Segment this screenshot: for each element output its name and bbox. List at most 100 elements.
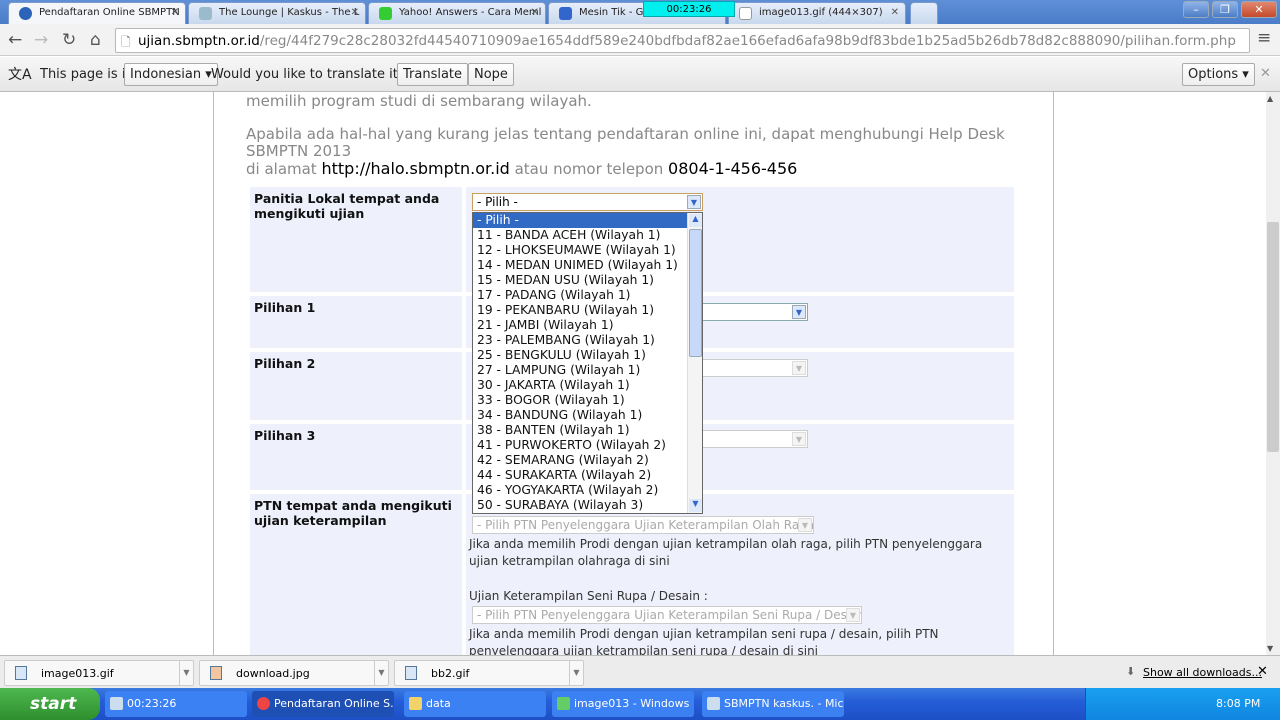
close-window-button[interactable]: ✕	[1241, 1, 1277, 18]
kaskus-icon	[199, 7, 212, 20]
close-icon[interactable]: ✕	[891, 7, 899, 18]
taskbar-item[interactable]: 00:23:26	[105, 691, 247, 717]
senirupa-heading: Ujian Keterampilan Seni Rupa / Desain :	[469, 589, 708, 603]
reload-icon[interactable]: ↻	[62, 30, 76, 50]
dropdown-option[interactable]: 19 - PEKANBARU (Wilayah 1)	[473, 303, 687, 318]
tab-kaskus[interactable]: The Lounge | Kaskus - The L ✕	[188, 2, 366, 24]
helpdesk-text: Apabila ada hal-hal yang kurang jelas te…	[246, 125, 1005, 178]
senirupa-select[interactable]: - Pilih PTN Penyelenggara Ujian Keteramp…	[472, 606, 862, 624]
olahraga-note: Jika anda memilih Prodi dengan ujian ket…	[469, 537, 983, 568]
panitia-select[interactable]: - Pilih - ▼	[472, 193, 703, 211]
download-arrow-icon: ⬇	[1126, 665, 1136, 678]
chevron-down-icon: ▼	[792, 305, 806, 319]
menu-icon[interactable]: ≡	[1257, 28, 1271, 48]
new-tab-button[interactable]	[910, 2, 938, 24]
folder-icon	[409, 697, 422, 710]
panitia-dropdown-list[interactable]: - Pilih -11 - BANDA ACEH (Wilayah 1) 12 -…	[472, 212, 703, 514]
close-icon[interactable]: ✕	[351, 7, 359, 18]
scroll-up-icon[interactable]: ▲	[1267, 94, 1273, 103]
tab-image[interactable]: image013.gif (444×307) ✕	[728, 2, 906, 24]
chevron-down-icon: ▼	[798, 518, 812, 532]
panitia-label: Panitia Lokal tempat anda mengikuti ujia…	[250, 187, 462, 292]
close-icon[interactable]: ✕	[531, 7, 539, 18]
dropdown-option[interactable]: 11 - BANDA ACEH (Wilayah 1)	[473, 228, 687, 243]
sbmptn-icon	[19, 7, 32, 20]
minimize-button[interactable]: –	[1183, 1, 1209, 18]
pilihan1-label: Pilihan 1	[250, 296, 462, 348]
close-icon[interactable]: ✕	[171, 7, 179, 18]
taskbar: start 00:23:26 Pendaftaran Online S... d…	[0, 688, 1280, 720]
dropdown-option[interactable]: 33 - BOGOR (Wilayah 1)	[473, 393, 687, 408]
page-scrollbar[interactable]: ▲ ▼	[1266, 92, 1280, 655]
close-downloads-icon[interactable]: ✕	[1257, 664, 1268, 679]
timer-overlay: 00:23:26	[643, 1, 735, 17]
scroll-up-icon[interactable]: ▲	[689, 214, 702, 227]
dropdown-option[interactable]: 27 - LAMPUNG (Wilayah 1)	[473, 363, 687, 378]
restore-button[interactable]: ❐	[1212, 1, 1238, 18]
back-icon[interactable]: ←	[8, 30, 22, 50]
image-viewer-icon	[557, 697, 570, 710]
dropdown-options: - Pilih -11 - BANDA ACEH (Wilayah 1) 12 -…	[473, 213, 687, 513]
scroll-down-icon[interactable]: ▼	[1267, 644, 1273, 653]
download-item[interactable]: image013.gif ▼	[4, 660, 194, 686]
tab-sbmptn[interactable]: Pendaftaran Online SBMPTN ✕	[8, 2, 186, 24]
scroll-thumb[interactable]	[689, 229, 702, 357]
helpdesk-link[interactable]: http://halo.sbmptn.or.id	[321, 159, 509, 178]
forward-icon[interactable]: →	[34, 30, 48, 50]
dropdown-option[interactable]: 12 - LHOKSEUMAWE (Wilayah 1)	[473, 243, 687, 258]
chevron-down-icon[interactable]: ▼	[179, 661, 193, 685]
clock-app-icon	[110, 697, 123, 710]
options-button[interactable]: Options ▾	[1182, 63, 1255, 86]
google-icon	[559, 7, 572, 20]
home-icon[interactable]: ⌂	[90, 30, 101, 50]
chevron-down-icon[interactable]: ▼	[569, 661, 583, 685]
taskbar-item[interactable]: image013 - Windows ...	[552, 691, 694, 717]
address-bar[interactable]: 🗋 ujian.sbmptn.or.id/reg/44f279c28c28032f…	[115, 28, 1250, 53]
dropdown-option[interactable]: 15 - MEDAN USU (Wilayah 1)	[473, 273, 687, 288]
dropdown-option[interactable]: - Pilih -	[473, 213, 687, 228]
file-icon	[210, 666, 222, 680]
translate-prefix: This page is in	[40, 67, 134, 82]
dropdown-option[interactable]: 21 - JAMBI (Wilayah 1)	[473, 318, 687, 333]
taskbar-item[interactable]: Pendaftaran Online S...	[252, 691, 394, 717]
chevron-down-icon: ▼	[846, 608, 860, 622]
download-item[interactable]: bb2.gif ▼	[394, 660, 584, 686]
dropdown-option[interactable]: 46 - YOGYAKARTA (Wilayah 2)	[473, 483, 687, 498]
system-tray: 8:08 PM	[1085, 688, 1280, 720]
dropdown-option[interactable]: 30 - JAKARTA (Wilayah 1)	[473, 378, 687, 393]
nope-button[interactable]: Nope	[468, 63, 514, 86]
olahraga-select[interactable]: - Pilih PTN Penyelenggara Ujian Keteramp…	[472, 516, 814, 534]
dropdown-option[interactable]: 25 - BENGKULU (Wilayah 1)	[473, 348, 687, 363]
dropdown-option[interactable]: 42 - SEMARANG (Wilayah 2)	[473, 453, 687, 468]
taskbar-item[interactable]: SBMPTN kaskus. - Mic...	[702, 691, 844, 717]
intro-text: memilih program studi di sembarang wilay…	[246, 92, 592, 110]
dropdown-option[interactable]: 14 - MEDAN UNIMED (Wilayah 1)	[473, 258, 687, 273]
yahoo-answers-icon	[379, 7, 392, 20]
chevron-down-icon[interactable]: ▼	[374, 661, 388, 685]
ptn-label: PTN tempat anda mengikuti ujian keteramp…	[250, 494, 462, 655]
language-select[interactable]: Indonesian ▾	[124, 63, 218, 86]
dropdown-scrollbar[interactable]: ▲ ▼	[687, 213, 702, 513]
file-icon	[15, 666, 27, 680]
dropdown-option[interactable]: 38 - BANTEN (Wilayah 1)	[473, 423, 687, 438]
tab-yahoo[interactable]: Yahoo! Answers - Cara Meml ✕	[368, 2, 546, 24]
dropdown-option[interactable]: 34 - BANDUNG (Wilayah 1)	[473, 408, 687, 423]
scroll-down-icon[interactable]: ▼	[689, 499, 702, 512]
dropdown-option[interactable]: 50 - SURABAYA (Wilayah 3)	[473, 498, 687, 513]
scroll-thumb[interactable]	[1267, 222, 1279, 452]
downloads-bar: image013.gif ▼ download.jpg ▼ bb2.gif ▼ ⬇ S…	[0, 655, 1280, 688]
dropdown-option[interactable]: 17 - PADANG (Wilayah 1)	[473, 288, 687, 303]
close-translate-icon[interactable]: ✕	[1260, 66, 1271, 81]
chevron-down-icon: ▼	[792, 432, 806, 446]
dropdown-option[interactable]: 44 - SURAKARTA (Wilayah 2)	[473, 468, 687, 483]
dropdown-option[interactable]: 41 - PURWOKERTO (Wilayah 2)	[473, 438, 687, 453]
page-content: memilih program studi di sembarang wilay…	[0, 92, 1266, 655]
translate-button[interactable]: Translate	[397, 63, 469, 86]
download-item[interactable]: download.jpg ▼	[199, 660, 389, 686]
senirupa-note: Jika anda memilih Prodi dengan ujian ket…	[469, 627, 939, 655]
dropdown-option[interactable]: 23 - PALEMBANG (Wilayah 1)	[473, 333, 687, 348]
show-all-downloads-link[interactable]: Show all downloads...	[1143, 666, 1262, 679]
start-button[interactable]: start	[0, 688, 100, 720]
taskbar-item[interactable]: data	[404, 691, 546, 717]
chevron-down-icon: ▼	[792, 361, 806, 375]
